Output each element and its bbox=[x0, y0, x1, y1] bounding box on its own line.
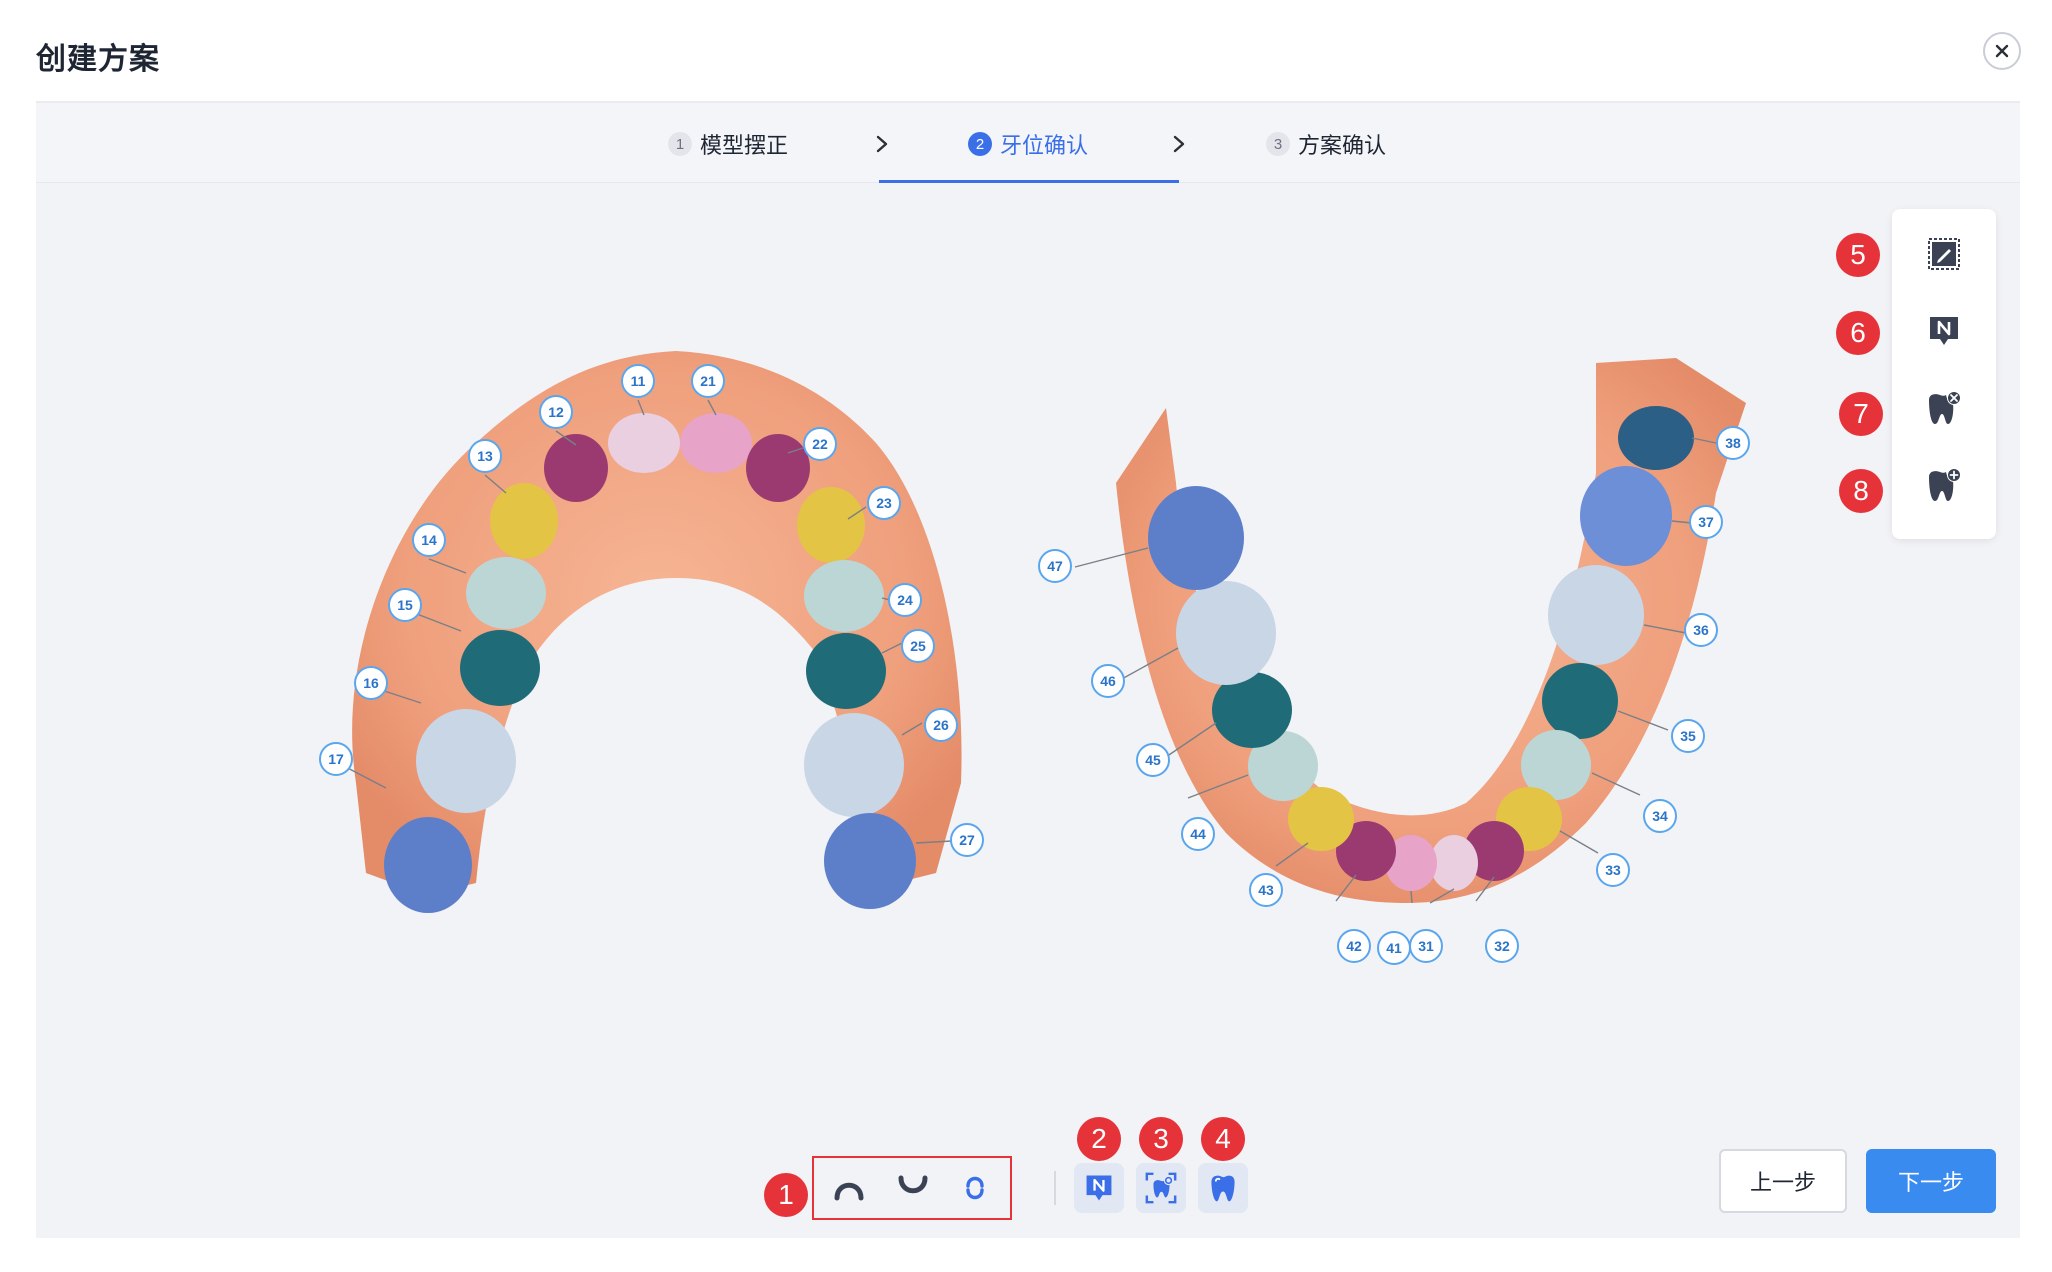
marker-5: 5 bbox=[1836, 233, 1880, 277]
toolbar-separator bbox=[1054, 1171, 1056, 1205]
tooth-label-33[interactable]: 33 bbox=[1596, 853, 1630, 887]
create-plan-dialog: 创建方案 1 模型摆正 2 牙位确认 3 方案确认 11 12 13 14 15… bbox=[0, 0, 2052, 1272]
next-step-button[interactable]: 下一步 bbox=[1866, 1149, 1996, 1213]
tooth-label-16[interactable]: 16 bbox=[354, 666, 388, 700]
step-plan-confirm[interactable]: 3 方案确认 bbox=[1266, 129, 1386, 159]
tooth-label-11[interactable]: 11 bbox=[621, 364, 655, 398]
tooth-view-icon bbox=[1145, 1172, 1177, 1204]
tooth-label-31[interactable]: 31 bbox=[1409, 929, 1443, 963]
tooth-label-24[interactable]: 24 bbox=[888, 583, 922, 617]
tooth-number-button[interactable] bbox=[1924, 311, 1964, 351]
tooth-label-47[interactable]: 47 bbox=[1038, 549, 1072, 583]
marker-3: 3 bbox=[1139, 1117, 1183, 1161]
tooth-label-25[interactable]: 25 bbox=[901, 629, 935, 663]
chevron-right-icon bbox=[876, 135, 888, 153]
marker-1: 1 bbox=[764, 1173, 808, 1217]
tooth-view-button[interactable] bbox=[1136, 1163, 1186, 1213]
tooth-label-44[interactable]: 44 bbox=[1181, 817, 1215, 851]
tooth-label-23[interactable]: 23 bbox=[867, 486, 901, 520]
tooth-label-37[interactable]: 37 bbox=[1689, 505, 1723, 539]
tooth-label-35[interactable]: 35 bbox=[1671, 719, 1705, 753]
close-icon bbox=[1995, 44, 2009, 58]
tooth-label-43[interactable]: 43 bbox=[1249, 873, 1283, 907]
tooth-label-38[interactable]: 38 bbox=[1716, 426, 1750, 460]
tooth-label-21[interactable]: 21 bbox=[691, 364, 725, 398]
tooth-label-12[interactable]: 12 bbox=[539, 395, 573, 429]
add-tooth-button[interactable] bbox=[1924, 466, 1964, 506]
step-number: 1 bbox=[668, 132, 692, 156]
tooth-label-34[interactable]: 34 bbox=[1643, 799, 1677, 833]
both-jaws-view-button[interactable] bbox=[950, 1163, 1000, 1213]
close-button[interactable] bbox=[1983, 32, 2021, 70]
tooth-label-32[interactable]: 32 bbox=[1485, 929, 1519, 963]
step-model-alignment[interactable]: 1 模型摆正 bbox=[668, 129, 788, 159]
dialog-title: 创建方案 bbox=[36, 43, 160, 76]
tooth-label-41[interactable]: 41 bbox=[1377, 931, 1411, 965]
remove-tooth-icon bbox=[1929, 391, 1961, 424]
right-tool-panel bbox=[1892, 209, 1996, 539]
marker-2: 2 bbox=[1077, 1117, 1121, 1161]
tooth-label-42[interactable]: 42 bbox=[1337, 929, 1371, 963]
jaw-models bbox=[339, 351, 1746, 913]
marker-8: 8 bbox=[1839, 469, 1883, 513]
model-viewport[interactable]: 11 12 13 14 15 16 17 21 22 23 24 25 26 2… bbox=[36, 183, 2020, 1238]
step-number: 3 bbox=[1266, 132, 1290, 156]
upper-jaw-view-button[interactable] bbox=[824, 1163, 874, 1213]
previous-step-button[interactable]: 上一步 bbox=[1719, 1149, 1847, 1213]
chevron-right-icon bbox=[1173, 135, 1185, 153]
both-jaws-icon bbox=[966, 1176, 984, 1200]
steps-bar: 1 模型摆正 2 牙位确认 3 方案确认 bbox=[36, 103, 2020, 183]
add-tooth-icon bbox=[1929, 468, 1961, 501]
marker-7: 7 bbox=[1839, 392, 1883, 436]
tooth-label-27[interactable]: 27 bbox=[950, 823, 984, 857]
remove-tooth-button[interactable] bbox=[1924, 389, 1964, 429]
tooth-label-15[interactable]: 15 bbox=[388, 588, 422, 622]
marker-6: 6 bbox=[1836, 311, 1880, 355]
tooth-label-45[interactable]: 45 bbox=[1136, 743, 1170, 777]
tooth-label-17[interactable]: 17 bbox=[319, 742, 353, 776]
workspace: 1 模型摆正 2 牙位确认 3 方案确认 11 12 13 14 15 16 1… bbox=[36, 103, 2020, 1238]
tooth-label-22[interactable]: 22 bbox=[803, 427, 837, 461]
tooth-number-icon bbox=[1086, 1175, 1112, 1201]
lower-jaw-icon bbox=[898, 1175, 928, 1194]
tooth-label-36[interactable]: 36 bbox=[1684, 613, 1718, 647]
show-tooth-numbers-button[interactable] bbox=[1074, 1163, 1124, 1213]
lower-jaw-view-button[interactable] bbox=[888, 1163, 938, 1213]
tooth-label-46[interactable]: 46 bbox=[1091, 664, 1125, 698]
tooth-label-14[interactable]: 14 bbox=[412, 523, 446, 557]
tooth-label-13[interactable]: 13 bbox=[468, 439, 502, 473]
upper-jaw-icon bbox=[834, 1182, 864, 1201]
step-tooth-position-confirm[interactable]: 2 牙位确认 bbox=[968, 129, 1088, 159]
step-label: 牙位确认 bbox=[1000, 133, 1089, 158]
step-number: 2 bbox=[968, 132, 992, 156]
tooth-number-icon bbox=[1930, 317, 1958, 345]
step-label: 模型摆正 bbox=[700, 133, 789, 158]
tooth-display-button[interactable] bbox=[1198, 1163, 1248, 1213]
edit-segmentation-icon bbox=[1928, 238, 1960, 270]
edit-segmentation-button[interactable] bbox=[1924, 234, 1964, 274]
tooth-label-26[interactable]: 26 bbox=[924, 708, 958, 742]
step-label: 方案确认 bbox=[1298, 133, 1387, 158]
tooth-icon bbox=[1211, 1175, 1235, 1202]
marker-4: 4 bbox=[1201, 1117, 1245, 1161]
